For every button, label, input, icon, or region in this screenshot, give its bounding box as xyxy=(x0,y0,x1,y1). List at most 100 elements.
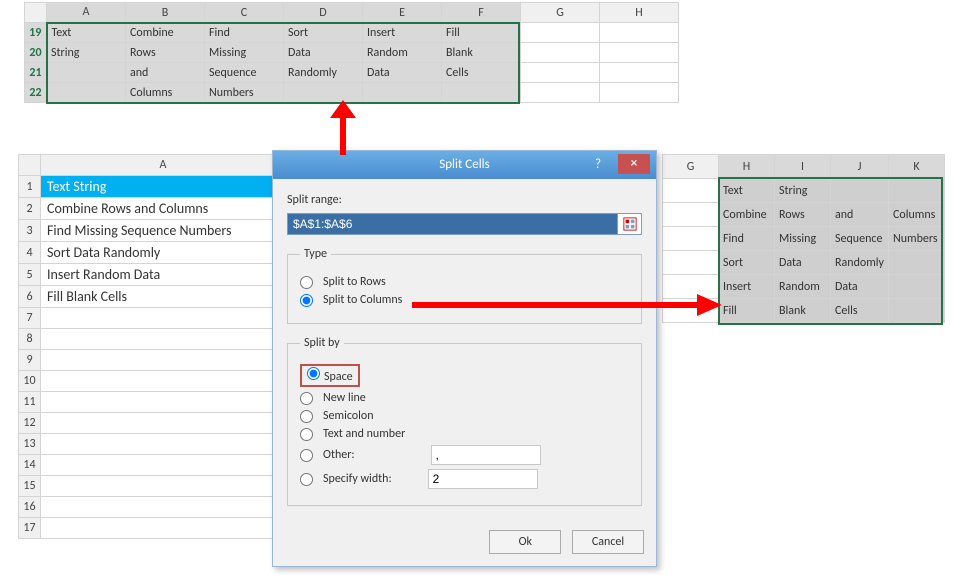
dialog-title-bar[interactable]: Split Cells ? × xyxy=(273,151,656,179)
cell[interactable]: Columns xyxy=(888,203,944,227)
cell[interactable]: Combine xyxy=(719,203,775,227)
row-header[interactable]: 21 xyxy=(25,63,47,83)
cell[interactable]: Sort Data Randomly xyxy=(41,242,286,264)
row-header[interactable]: 14 xyxy=(19,455,41,476)
row-header[interactable]: 1 xyxy=(19,176,41,198)
row-header[interactable]: 19 xyxy=(25,23,47,43)
col-header[interactable]: A xyxy=(47,3,126,23)
width-input[interactable] xyxy=(428,469,538,489)
cell[interactable]: Blank xyxy=(775,299,831,323)
row-header[interactable]: 17 xyxy=(19,518,41,539)
col-header[interactable]: D xyxy=(284,3,363,23)
row-header[interactable]: 22 xyxy=(25,83,47,103)
row-header[interactable]: 9 xyxy=(19,350,41,371)
col-header[interactable]: A xyxy=(41,155,286,176)
cell[interactable] xyxy=(600,43,679,63)
by-textnum-radio[interactable] xyxy=(300,428,313,441)
col-header[interactable]: G xyxy=(521,3,600,23)
cell[interactable]: Find xyxy=(205,23,284,43)
cell[interactable]: Fill Blank Cells xyxy=(41,286,286,308)
cell[interactable]: Combine Rows and Columns xyxy=(41,198,286,220)
cell[interactable]: Insert xyxy=(719,275,775,299)
cell[interactable]: Numbers xyxy=(888,227,944,251)
col-header[interactable]: G xyxy=(663,155,719,179)
cell[interactable] xyxy=(47,83,126,103)
cell[interactable] xyxy=(521,43,600,63)
by-newline-radio[interactable] xyxy=(300,392,313,405)
col-header[interactable]: C xyxy=(205,3,284,23)
cell[interactable]: Fill xyxy=(442,23,521,43)
cell[interactable] xyxy=(600,23,679,43)
cell[interactable]: Insert xyxy=(363,23,442,43)
by-width-radio[interactable] xyxy=(300,473,313,486)
row-header[interactable]: 2 xyxy=(19,198,41,220)
range-picker-button[interactable] xyxy=(618,213,642,235)
cell[interactable]: Find Missing Sequence Numbers xyxy=(41,220,286,242)
row-header[interactable]: 11 xyxy=(19,392,41,413)
split-cols-radio[interactable] xyxy=(300,294,313,307)
col-header[interactable]: K xyxy=(888,155,944,179)
cell[interactable]: Insert Random Data xyxy=(41,264,286,286)
cell[interactable] xyxy=(888,275,944,299)
cell[interactable]: Rows xyxy=(775,203,831,227)
cell[interactable]: Data xyxy=(284,43,363,63)
row-header[interactable]: 12 xyxy=(19,413,41,434)
row-header[interactable]: 16 xyxy=(19,497,41,518)
ok-button[interactable]: Ok xyxy=(489,530,561,554)
cell[interactable]: Data xyxy=(363,63,442,83)
cell[interactable]: Data xyxy=(831,275,889,299)
split-rows-radio[interactable] xyxy=(300,276,313,289)
cell[interactable] xyxy=(41,329,286,350)
row-header[interactable]: 5 xyxy=(19,264,41,286)
cell[interactable]: Sort xyxy=(719,251,775,275)
cell[interactable] xyxy=(363,83,442,103)
cell[interactable] xyxy=(47,63,126,83)
cell[interactable] xyxy=(888,179,944,203)
other-delimiter-input[interactable] xyxy=(431,445,541,465)
cell[interactable] xyxy=(888,251,944,275)
cell[interactable] xyxy=(663,299,719,323)
cell[interactable] xyxy=(663,275,719,299)
cell[interactable] xyxy=(41,392,286,413)
close-button[interactable]: × xyxy=(618,154,650,174)
cell[interactable] xyxy=(888,299,944,323)
cell[interactable] xyxy=(41,434,286,455)
cell[interactable]: Randomly xyxy=(284,63,363,83)
cell[interactable] xyxy=(41,371,286,392)
cell[interactable]: Random xyxy=(775,275,831,299)
by-other-radio[interactable] xyxy=(300,449,313,462)
row-header[interactable]: 8 xyxy=(19,329,41,350)
cell[interactable] xyxy=(41,413,286,434)
cell[interactable]: Find xyxy=(719,227,775,251)
cell[interactable] xyxy=(663,227,719,251)
cell[interactable]: Blank xyxy=(442,43,521,63)
help-button[interactable]: ? xyxy=(584,151,612,179)
row-header[interactable]: 20 xyxy=(25,43,47,63)
cancel-button[interactable]: Cancel xyxy=(572,530,644,554)
row-header[interactable]: 15 xyxy=(19,476,41,497)
cell[interactable] xyxy=(521,63,600,83)
cell[interactable]: Numbers xyxy=(205,83,284,103)
cell[interactable] xyxy=(41,518,286,539)
row-header[interactable]: 3 xyxy=(19,220,41,242)
cell[interactable]: Data xyxy=(775,251,831,275)
cell[interactable] xyxy=(521,23,600,43)
cell[interactable]: Sequence xyxy=(205,63,284,83)
cell[interactable] xyxy=(284,83,363,103)
cell[interactable]: Cells xyxy=(831,299,889,323)
cell[interactable]: Sort xyxy=(284,23,363,43)
col-header[interactable]: J xyxy=(831,155,889,179)
cell[interactable] xyxy=(663,179,719,203)
col-header[interactable]: B xyxy=(126,3,205,23)
cell[interactable] xyxy=(831,179,889,203)
col-header[interactable]: E xyxy=(363,3,442,23)
cell[interactable]: Fill xyxy=(719,299,775,323)
cell[interactable]: String xyxy=(47,43,126,63)
row-header[interactable]: 7 xyxy=(19,308,41,329)
cell-title[interactable]: Text String xyxy=(41,176,286,198)
cell[interactable]: Missing xyxy=(775,227,831,251)
cell[interactable] xyxy=(600,63,679,83)
col-header[interactable]: H xyxy=(719,155,775,179)
cell[interactable]: Text xyxy=(719,179,775,203)
cell[interactable]: Rows xyxy=(126,43,205,63)
